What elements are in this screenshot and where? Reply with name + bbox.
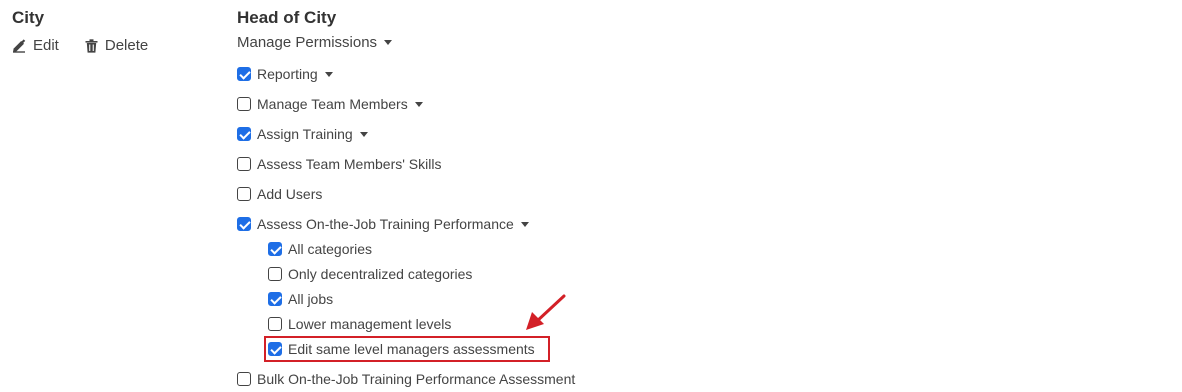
subpermission-all-categories[interactable]: All categories bbox=[268, 239, 372, 259]
entity-title: City bbox=[12, 8, 45, 27]
caret-down-icon[interactable] bbox=[414, 101, 423, 107]
role-title: Head of City bbox=[237, 8, 337, 27]
subpermission-label: All categories bbox=[288, 241, 373, 257]
subpermission-lower-management[interactable]: Lower management levels bbox=[268, 314, 451, 334]
entity-actions: Edit Delete bbox=[12, 37, 148, 54]
permission-assess-skills[interactable]: Assess Team Members' Skills bbox=[237, 154, 441, 174]
permission-label: Add Users bbox=[257, 186, 323, 202]
assess-skills-checkbox[interactable] bbox=[237, 157, 251, 171]
subpermission-all-jobs[interactable]: All jobs bbox=[268, 289, 333, 309]
caret-down-icon[interactable] bbox=[359, 131, 368, 137]
permission-bulk-ojt-assessment[interactable]: Bulk On-the-Job Training Performance Ass… bbox=[237, 369, 575, 389]
delete-button[interactable]: Delete bbox=[85, 37, 148, 54]
bulk-ojt-assessment-checkbox[interactable] bbox=[237, 372, 251, 386]
trash-icon bbox=[85, 38, 98, 53]
subpermission-label: All jobs bbox=[288, 291, 334, 307]
subpermission-only-decentralized[interactable]: Only decentralized categories bbox=[268, 264, 472, 284]
manage-team-members-checkbox[interactable] bbox=[237, 97, 251, 111]
entity-panel: City Edit Delete bbox=[12, 8, 148, 54]
permission-label: Reporting bbox=[257, 66, 318, 82]
highlight-box bbox=[264, 336, 550, 362]
pencil-icon bbox=[13, 38, 26, 53]
lower-management-checkbox[interactable] bbox=[268, 317, 282, 331]
red-arrow-icon bbox=[526, 294, 566, 330]
permission-label: Assess On-the-Job Training Performance bbox=[257, 216, 514, 232]
subpermission-label: Only decentralized categories bbox=[288, 266, 473, 282]
permission-assign-training[interactable]: Assign Training bbox=[237, 124, 368, 144]
caret-down-icon[interactable] bbox=[324, 71, 333, 77]
permission-add-users[interactable]: Add Users bbox=[237, 184, 322, 204]
permission-label: Bulk On-the-Job Training Performance Ass… bbox=[257, 371, 576, 387]
role-panel: Head of City Manage Permissions bbox=[237, 8, 393, 52]
edit-button[interactable]: Edit bbox=[12, 37, 59, 54]
all-categories-checkbox[interactable] bbox=[268, 242, 282, 256]
assess-ojt-performance-checkbox[interactable] bbox=[237, 217, 251, 231]
subpermission-label: Lower management levels bbox=[288, 316, 452, 332]
only-decentralized-checkbox[interactable] bbox=[268, 267, 282, 281]
caret-down-icon[interactable] bbox=[520, 221, 529, 227]
permission-reporting[interactable]: Reporting bbox=[237, 64, 333, 84]
caret-down-icon bbox=[384, 39, 393, 45]
edit-label: Edit bbox=[33, 37, 59, 54]
permission-assess-ojt-performance[interactable]: Assess On-the-Job Training Performance bbox=[237, 214, 529, 234]
manage-permissions-dropdown[interactable]: Manage Permissions bbox=[237, 32, 393, 52]
permission-label: Assess Team Members' Skills bbox=[257, 156, 442, 172]
add-users-checkbox[interactable] bbox=[237, 187, 251, 201]
all-jobs-checkbox[interactable] bbox=[268, 292, 282, 306]
delete-label: Delete bbox=[104, 37, 149, 54]
reporting-checkbox[interactable] bbox=[237, 67, 251, 81]
permission-label: Assign Training bbox=[257, 126, 353, 142]
manage-permissions-label: Manage Permissions bbox=[237, 33, 378, 51]
permission-label: Manage Team Members bbox=[257, 96, 408, 112]
assign-training-checkbox[interactable] bbox=[237, 127, 251, 141]
permission-manage-team-members[interactable]: Manage Team Members bbox=[237, 94, 423, 114]
